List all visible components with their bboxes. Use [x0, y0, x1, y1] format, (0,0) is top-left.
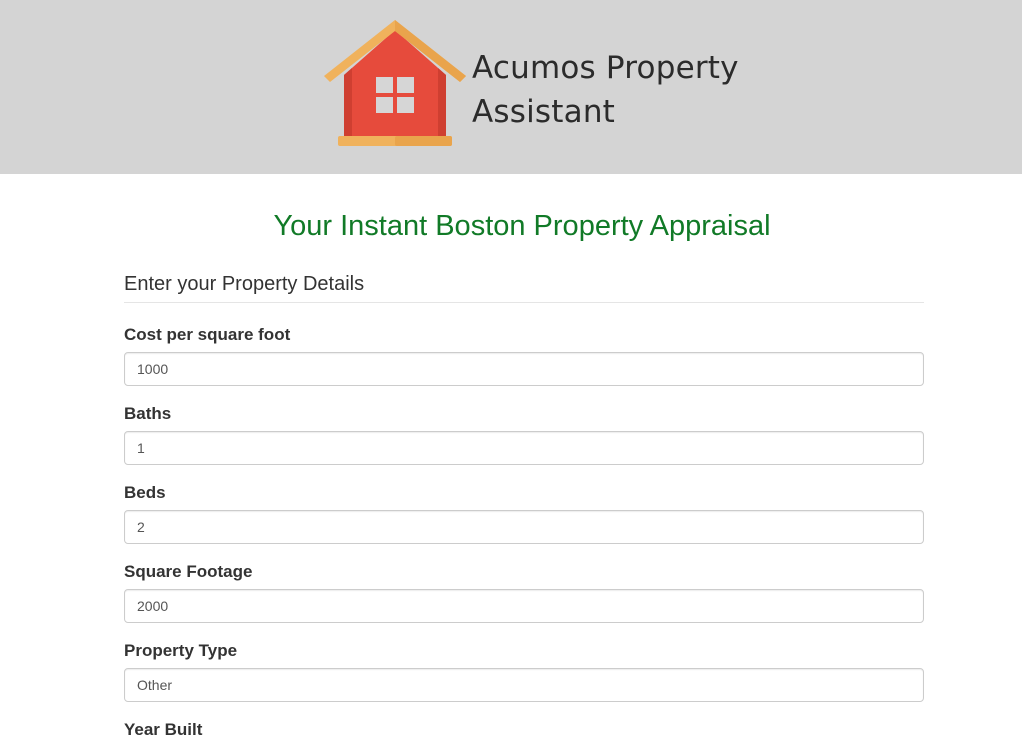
property-type-group: Property Type Other — [124, 641, 924, 702]
baths-label: Baths — [124, 404, 172, 423]
page-title: Your Instant Boston Property Appraisal — [273, 210, 771, 242]
beds-label: Beds — [124, 483, 166, 502]
cost-per-sqft-input[interactable]: 1000 — [124, 352, 924, 386]
baths-input[interactable]: 1 — [124, 431, 924, 465]
year-built-label: Year Built — [124, 720, 203, 739]
beds-group: Beds 2 — [124, 483, 924, 544]
property-form: Enter your Property Details Cost per squ… — [124, 272, 924, 739]
beds-input[interactable]: 2 — [124, 510, 924, 544]
header: Acumos Property Assistant — [0, 0, 1022, 174]
section-title: Enter your Property Details — [124, 272, 924, 303]
square-footage-input[interactable]: 2000 — [124, 589, 924, 623]
baths-group: Baths 1 — [124, 404, 924, 465]
cost-per-sqft-group: Cost per square foot 1000 — [124, 325, 924, 386]
property-type-select[interactable]: Other — [124, 668, 924, 702]
brand-name: Acumos Property Assistant — [472, 46, 739, 134]
square-footage-label: Square Footage — [124, 562, 253, 581]
brand-line-1: Acumos Property — [472, 50, 739, 86]
square-footage-group: Square Footage 2000 — [124, 562, 924, 623]
house-icon — [324, 20, 466, 146]
cost-per-sqft-label: Cost per square foot — [124, 325, 291, 344]
property-type-label: Property Type — [124, 641, 238, 660]
brand-line-2: Assistant — [472, 94, 616, 130]
